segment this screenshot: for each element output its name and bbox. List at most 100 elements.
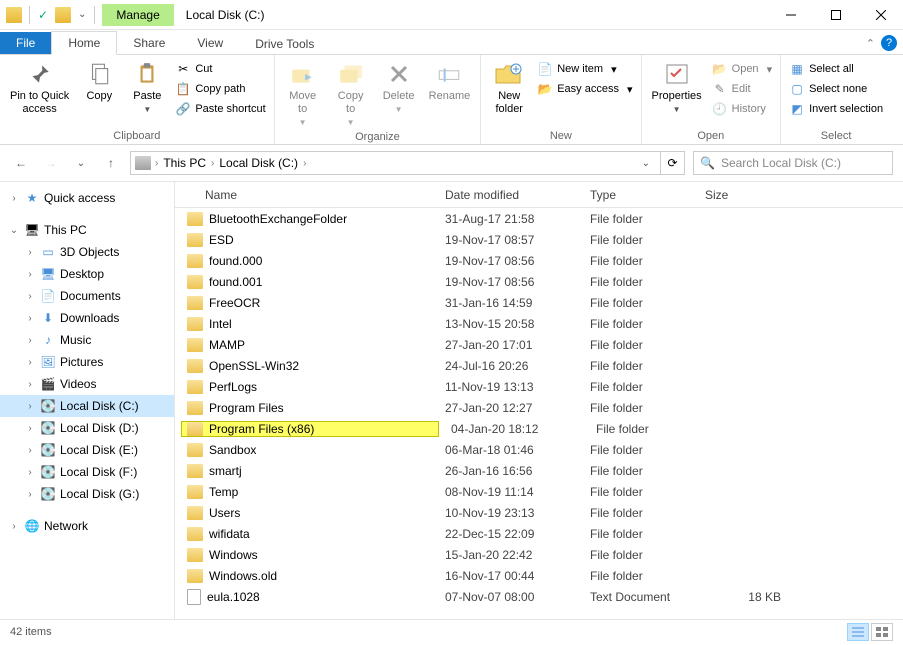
twisty-icon[interactable]: ⌄ bbox=[8, 225, 20, 236]
nav-3d-objects[interactable]: ›▭3D Objects bbox=[0, 241, 174, 263]
file-row[interactable]: BluetoothExchangeFolder31-Aug-17 21:58Fi… bbox=[175, 208, 903, 229]
file-row[interactable]: found.00119-Nov-17 08:56File folder bbox=[175, 271, 903, 292]
file-row[interactable]: eula.102807-Nov-07 08:00Text Document18 … bbox=[175, 586, 903, 607]
large-icons-view-button[interactable] bbox=[871, 623, 893, 641]
easy-access-caret[interactable]: ▾ bbox=[627, 83, 633, 96]
file-row[interactable]: Program Files (x86)04-Jan-20 18:12File f… bbox=[175, 418, 903, 439]
breadcrumb-drive[interactable]: Local Disk (C:) bbox=[216, 156, 301, 170]
properties-caret[interactable]: ▼ bbox=[673, 105, 681, 114]
invert-selection-button[interactable]: ◩Invert selection bbox=[787, 100, 885, 118]
file-row[interactable]: Windows15-Jan-20 22:42File folder bbox=[175, 544, 903, 565]
cut-button[interactable]: ✂Cut bbox=[173, 60, 267, 78]
twisty-icon[interactable]: › bbox=[24, 489, 36, 500]
search-box[interactable]: 🔍 Search Local Disk (C:) bbox=[693, 151, 893, 175]
copy-to-button[interactable]: Copy to ▼ bbox=[329, 58, 373, 129]
breadcrumb-caret2[interactable]: › bbox=[211, 158, 214, 169]
properties-button[interactable]: Properties ▼ bbox=[648, 58, 706, 116]
new-item-caret[interactable]: ▾ bbox=[611, 63, 617, 76]
move-to-button[interactable]: Move to ▼ bbox=[281, 58, 325, 129]
file-list[interactable]: BluetoothExchangeFolder31-Aug-17 21:58Fi… bbox=[175, 208, 903, 619]
file-row[interactable]: smartj26-Jan-16 16:56File folder bbox=[175, 460, 903, 481]
file-row[interactable]: Sandbox06-Mar-18 01:46File folder bbox=[175, 439, 903, 460]
up-button[interactable]: ↑ bbox=[100, 152, 122, 174]
back-button[interactable]: ← bbox=[10, 152, 32, 174]
copy-path-button[interactable]: 📋Copy path bbox=[173, 80, 267, 98]
tab-view[interactable]: View bbox=[181, 32, 239, 54]
qat-newfolder-icon[interactable] bbox=[55, 7, 71, 23]
col-date[interactable]: Date modified bbox=[433, 188, 578, 202]
twisty-icon[interactable]: › bbox=[24, 247, 36, 258]
nav-drive-e[interactable]: ›💽Local Disk (E:) bbox=[0, 439, 174, 461]
tab-file[interactable]: File bbox=[0, 32, 51, 54]
nav-drive-d[interactable]: ›💽Local Disk (D:) bbox=[0, 417, 174, 439]
nav-videos[interactable]: ›🎬Videos bbox=[0, 373, 174, 395]
nav-pictures[interactable]: ›🖼Pictures bbox=[0, 351, 174, 373]
file-row[interactable]: ESD19-Nov-17 08:57File folder bbox=[175, 229, 903, 250]
twisty-icon[interactable]: › bbox=[24, 357, 36, 368]
breadcrumb-this-pc[interactable]: This PC bbox=[160, 156, 209, 170]
file-row[interactable]: Windows.old16-Nov-17 00:44File folder bbox=[175, 565, 903, 586]
address-bar[interactable]: › This PC › Local Disk (C:) › ⌄ bbox=[130, 151, 661, 175]
file-row[interactable]: wifidata22-Dec-15 22:09File folder bbox=[175, 523, 903, 544]
tab-drive-tools[interactable]: Drive Tools bbox=[239, 33, 330, 55]
file-row[interactable]: PerfLogs11-Nov-19 13:13File folder bbox=[175, 376, 903, 397]
breadcrumb-caret3[interactable]: › bbox=[303, 158, 306, 169]
file-row[interactable]: Users10-Nov-19 23:13File folder bbox=[175, 502, 903, 523]
twisty-icon[interactable]: › bbox=[8, 193, 20, 204]
twisty-icon[interactable]: › bbox=[24, 313, 36, 324]
move-to-caret[interactable]: ▼ bbox=[299, 118, 307, 127]
file-row[interactable]: Temp08-Nov-19 11:14File folder bbox=[175, 481, 903, 502]
edit-button[interactable]: ✎Edit bbox=[710, 80, 774, 98]
column-headers[interactable]: Name Date modified Type Size bbox=[175, 182, 903, 208]
pin-to-quick-access-button[interactable]: Pin to Quick access bbox=[6, 58, 73, 118]
refresh-button[interactable]: ⟳ bbox=[661, 151, 685, 175]
file-row[interactable]: FreeOCR31-Jan-16 14:59File folder bbox=[175, 292, 903, 313]
close-button[interactable] bbox=[858, 0, 903, 30]
new-item-button[interactable]: 📄New item▾ bbox=[535, 60, 634, 78]
copy-button[interactable]: Copy bbox=[77, 58, 121, 105]
nav-drive-g[interactable]: ›💽Local Disk (G:) bbox=[0, 483, 174, 505]
paste-dropdown-caret[interactable]: ▼ bbox=[143, 105, 151, 114]
easy-access-button[interactable]: 📂Easy access▾ bbox=[535, 80, 634, 98]
tab-share[interactable]: Share bbox=[117, 32, 181, 54]
history-button[interactable]: 🕘History bbox=[710, 100, 774, 118]
twisty-icon[interactable]: › bbox=[24, 467, 36, 478]
minimize-button[interactable] bbox=[768, 0, 813, 30]
twisty-icon[interactable]: › bbox=[24, 445, 36, 456]
paste-shortcut-button[interactable]: 🔗Paste shortcut bbox=[173, 100, 267, 118]
new-folder-button[interactable]: New folder bbox=[487, 58, 531, 118]
nav-documents[interactable]: ›📄Documents bbox=[0, 285, 174, 307]
twisty-icon[interactable]: › bbox=[24, 379, 36, 390]
file-row[interactable]: Intel13-Nov-15 20:58File folder bbox=[175, 313, 903, 334]
twisty-icon[interactable]: › bbox=[8, 521, 20, 532]
nav-downloads[interactable]: ›⬇Downloads bbox=[0, 307, 174, 329]
file-row[interactable]: OpenSSL-Win3224-Jul-16 20:26File folder bbox=[175, 355, 903, 376]
col-type[interactable]: Type bbox=[578, 188, 693, 202]
forward-button[interactable]: → bbox=[40, 152, 62, 174]
nav-drive-f[interactable]: ›💽Local Disk (F:) bbox=[0, 461, 174, 483]
maximize-button[interactable] bbox=[813, 0, 858, 30]
nav-music[interactable]: ›♪Music bbox=[0, 329, 174, 351]
copy-to-caret[interactable]: ▼ bbox=[347, 118, 355, 127]
file-row[interactable]: MAMP27-Jan-20 17:01File folder bbox=[175, 334, 903, 355]
file-row[interactable]: found.00019-Nov-17 08:56File folder bbox=[175, 250, 903, 271]
help-icon[interactable]: ? bbox=[881, 35, 897, 51]
file-row[interactable]: Program Files27-Jan-20 12:27File folder bbox=[175, 397, 903, 418]
breadcrumb-caret[interactable]: › bbox=[155, 158, 158, 169]
ribbon-collapse-caret[interactable]: ⌃ bbox=[860, 33, 881, 54]
nav-this-pc[interactable]: ⌄🖥This PC bbox=[0, 219, 174, 241]
twisty-icon[interactable]: › bbox=[24, 423, 36, 434]
select-none-button[interactable]: ▢Select none bbox=[787, 80, 885, 98]
rename-button[interactable]: Rename bbox=[425, 58, 475, 105]
qat-properties-icon[interactable]: ✓ bbox=[35, 7, 51, 23]
open-caret[interactable]: ▾ bbox=[767, 63, 773, 76]
twisty-icon[interactable]: › bbox=[24, 401, 36, 412]
twisty-icon[interactable]: › bbox=[24, 335, 36, 346]
twisty-icon[interactable]: › bbox=[24, 269, 36, 280]
col-name[interactable]: Name bbox=[175, 188, 433, 202]
nav-drive-c[interactable]: ›💽Local Disk (C:) bbox=[0, 395, 174, 417]
qat-customize-caret[interactable]: ⌄ bbox=[75, 9, 89, 20]
select-all-button[interactable]: ▦Select all bbox=[787, 60, 885, 78]
details-view-button[interactable] bbox=[847, 623, 869, 641]
nav-desktop[interactable]: ›🖥Desktop bbox=[0, 263, 174, 285]
